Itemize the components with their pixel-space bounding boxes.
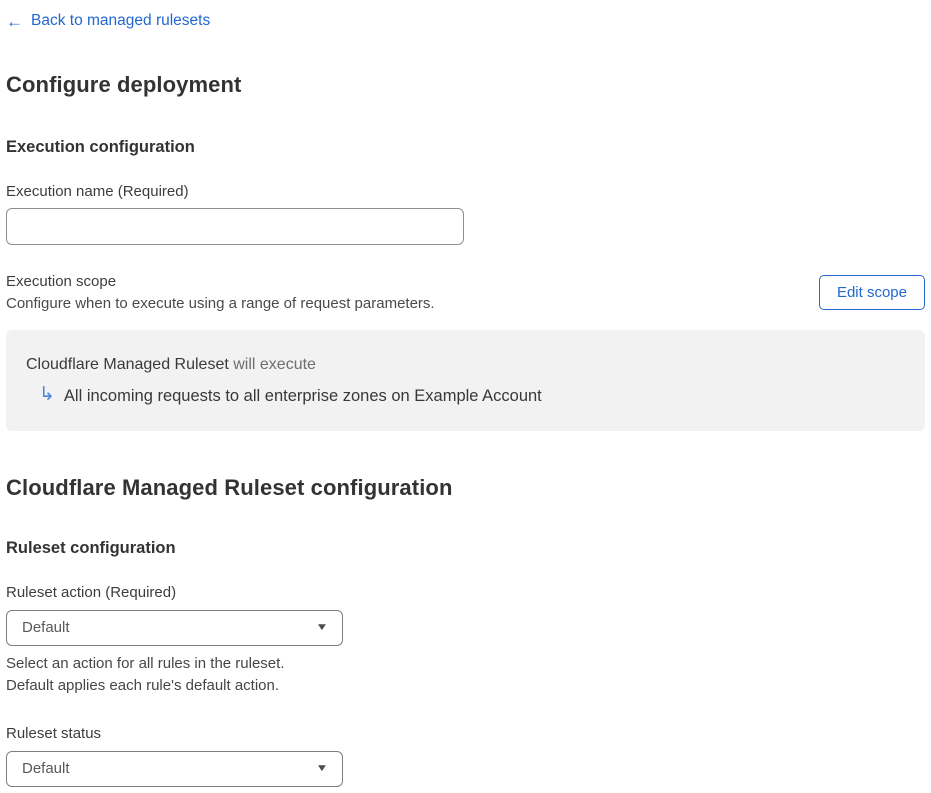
summary-will-execute-text: will execute bbox=[228, 355, 316, 373]
execution-name-input[interactable] bbox=[6, 207, 464, 245]
ruleset-action-dropdown[interactable]: Default ▼ bbox=[6, 609, 343, 646]
summary-will-execute-line: Cloudflare Managed Ruleset will execute bbox=[26, 356, 905, 374]
summary-ruleset-name: Cloudflare Managed Ruleset bbox=[26, 355, 229, 373]
ruleset-status-label: Ruleset status bbox=[6, 724, 102, 742]
edit-scope-button[interactable]: Edit scope bbox=[818, 274, 925, 310]
execution-scope-description: Configure when to execute using a range … bbox=[6, 294, 435, 312]
branch-arrow-icon: ↳ bbox=[39, 383, 55, 405]
ruleset-status-value: Default bbox=[22, 760, 70, 777]
execution-scope-row: Execution scope Configure when to execut… bbox=[6, 271, 925, 315]
execution-summary-panel: Cloudflare Managed Ruleset will execute … bbox=[6, 329, 925, 431]
back-arrow-icon: ← bbox=[6, 11, 23, 31]
execution-scope-text: Execution scope Configure when to execut… bbox=[6, 271, 435, 315]
chevron-down-icon: ▼ bbox=[315, 763, 329, 774]
ruleset-status-dropdown[interactable]: Default ▼ bbox=[6, 750, 343, 787]
summary-scope-text: All incoming requests to all enterprise … bbox=[63, 386, 542, 405]
ruleset-configuration-title: Cloudflare Managed Ruleset configuration bbox=[6, 474, 453, 500]
execution-scope-label: Execution scope bbox=[6, 272, 117, 290]
back-to-managed-rulesets-link[interactable]: ← Back to managed rulesets bbox=[6, 12, 210, 30]
summary-scope-line: ↳ All incoming requests to all enterpris… bbox=[26, 383, 905, 406]
configure-deployment-page: ← Back to managed rulesets Configure dep… bbox=[0, 0, 931, 793]
ruleset-configuration-subheading: Ruleset configuration bbox=[6, 538, 176, 557]
chevron-down-icon: ▼ bbox=[315, 622, 329, 633]
ruleset-action-value: Default bbox=[22, 619, 70, 636]
back-link-label: Back to managed rulesets bbox=[31, 12, 211, 29]
ruleset-action-help-line1: Select an action for all rules in the ru… bbox=[6, 654, 285, 672]
ruleset-action-help-line2: Default applies each rule's default acti… bbox=[6, 676, 280, 694]
execution-name-label: Execution name (Required) bbox=[6, 182, 189, 200]
page-title: Configure deployment bbox=[6, 71, 242, 97]
ruleset-action-label: Ruleset action (Required) bbox=[6, 583, 177, 601]
execution-configuration-heading: Execution configuration bbox=[6, 137, 195, 156]
